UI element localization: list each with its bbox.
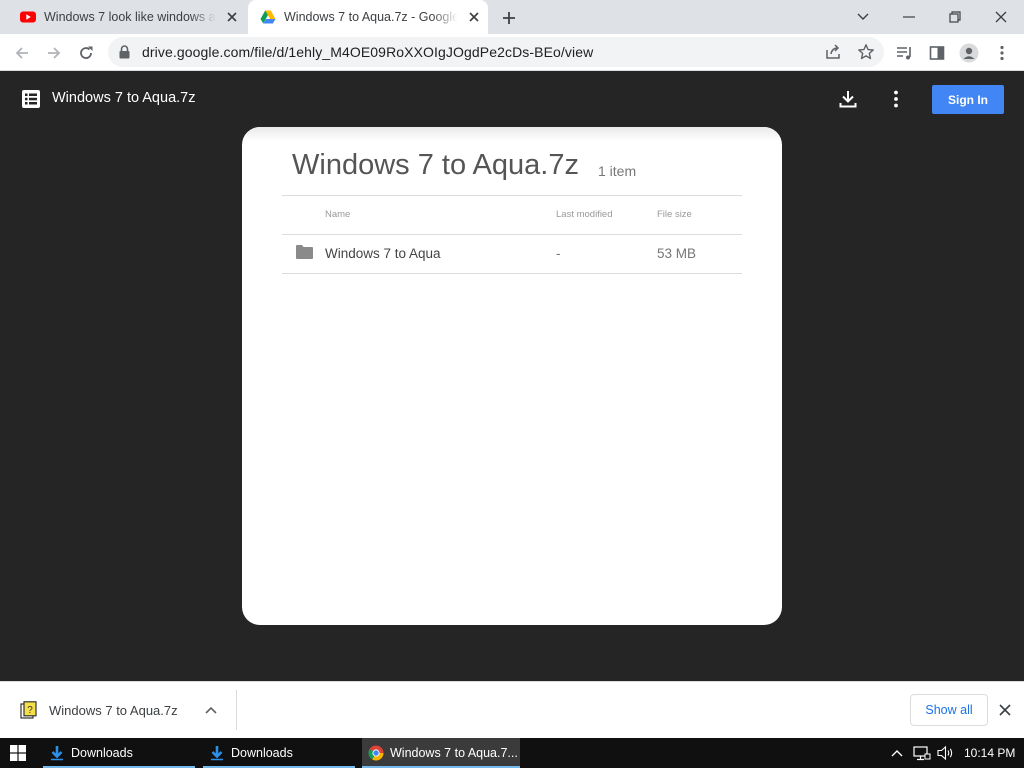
tab-strip: Windows 7 look like windows aq Windows 7…: [0, 0, 1024, 34]
viewer-header: Windows 7 to Aqua.7z Sign In: [0, 71, 1024, 127]
folder-icon: [296, 245, 313, 259]
speaker-icon: [937, 745, 953, 761]
back-button[interactable]: [9, 40, 35, 66]
url-text[interactable]: drive.google.com/file/d/1ehly_M4OE09RoXX…: [142, 44, 593, 60]
plus-icon: [503, 12, 515, 24]
archive-row-file-size: 53 MB: [657, 246, 697, 261]
taskbar-item-label: Downloads: [231, 746, 293, 760]
windows-logo-icon: [10, 745, 26, 761]
windows-taskbar: Downloads Downloads Windows 7 to Aqua.7.…: [0, 738, 1024, 768]
download-arrow-icon: [51, 746, 63, 761]
share-icon[interactable]: [824, 43, 842, 61]
divider: [236, 690, 237, 730]
arrow-left-icon: [15, 47, 28, 59]
chevron-up-icon[interactable]: [204, 703, 218, 717]
close-icon: [995, 11, 1007, 23]
forward-button[interactable]: [41, 40, 67, 66]
sign-in-button[interactable]: Sign In: [932, 85, 1004, 114]
show-hidden-icons-button[interactable]: [890, 738, 904, 768]
close-window-button[interactable]: [978, 0, 1024, 34]
divider: [282, 234, 742, 235]
restore-icon: [949, 11, 961, 23]
file-list-icon: [22, 90, 40, 108]
taskbar-item-downloads[interactable]: Downloads: [203, 738, 355, 768]
side-panel-icon: [929, 46, 945, 60]
network-icon: [913, 746, 931, 761]
star-icon[interactable]: [857, 43, 875, 61]
column-header-file-size: File size: [657, 209, 692, 220]
tab-search-button[interactable]: [840, 0, 886, 34]
chevron-up-icon: [891, 750, 903, 757]
unknown-file-icon[interactable]: ?: [20, 701, 38, 719]
taskbar-item-chrome[interactable]: Windows 7 to Aqua.7...: [362, 738, 520, 768]
archive-row-last-modified: -: [556, 246, 561, 261]
start-button[interactable]: [0, 738, 36, 768]
column-header-name: Name: [325, 209, 351, 220]
google-drive-icon: [260, 10, 276, 24]
archive-title: Windows 7 to Aqua.7z: [292, 149, 579, 181]
arrow-right-icon: [48, 47, 61, 59]
close-icon[interactable]: [998, 703, 1012, 717]
avatar-icon: [959, 43, 979, 63]
chrome-icon: [368, 745, 384, 761]
tab-youtube[interactable]: Windows 7 look like windows aq: [10, 0, 246, 34]
network-button[interactable]: [913, 738, 931, 768]
lock-icon[interactable]: [119, 45, 130, 59]
youtube-icon: [20, 11, 36, 23]
column-header-last-modified: Last modified: [556, 209, 613, 220]
reload-icon: [80, 46, 93, 59]
media-controls-button[interactable]: [892, 40, 918, 66]
downloads-shelf: ? Windows 7 to Aqua.7z Show all: [0, 681, 1024, 738]
taskbar-clock[interactable]: 10:14 PM: [964, 746, 1015, 760]
chevron-down-icon: [857, 13, 869, 20]
tab-title: Windows 7 look like windows aq: [44, 10, 216, 24]
drive-viewer: Windows 7 to Aqua.7z Sign In Windows 7 t…: [0, 71, 1024, 681]
svg-text:?: ?: [27, 705, 33, 716]
taskbar-item-label: Windows 7 to Aqua.7...: [390, 746, 518, 760]
playlist-music-icon: [897, 47, 911, 60]
reload-button[interactable]: [73, 40, 99, 66]
more-vert-icon: [1000, 45, 1004, 61]
browser-menu-button[interactable]: [989, 40, 1015, 66]
archive-row-name[interactable]: Windows 7 to Aqua: [325, 246, 441, 261]
archive-preview-card: Windows 7 to Aqua.7z 1 item Name Last mo…: [242, 127, 782, 625]
tab-title: Windows 7 to Aqua.7z - Google Drive: [284, 10, 458, 24]
download-icon[interactable]: [838, 89, 858, 109]
close-tab-icon[interactable]: [224, 9, 240, 25]
address-bar[interactable]: drive.google.com/file/d/1ehly_M4OE09RoXX…: [108, 37, 884, 67]
close-tab-icon[interactable]: [466, 9, 482, 25]
minimize-icon: [903, 16, 915, 18]
volume-button[interactable]: [937, 738, 955, 768]
download-item-name[interactable]: Windows 7 to Aqua.7z: [49, 703, 178, 718]
profile-button[interactable]: [956, 40, 982, 66]
show-all-button[interactable]: Show all: [910, 694, 988, 726]
more-vert-icon[interactable]: [886, 89, 906, 109]
minimize-button[interactable]: [886, 0, 932, 34]
archive-item-count: 1 item: [598, 163, 637, 179]
divider: [282, 273, 742, 274]
download-arrow-icon: [211, 746, 223, 761]
new-tab-button[interactable]: [499, 8, 519, 28]
tab-google-drive[interactable]: Windows 7 to Aqua.7z - Google Drive: [248, 0, 488, 34]
divider: [282, 195, 742, 196]
browser-toolbar: drive.google.com/file/d/1ehly_M4OE09RoXX…: [0, 34, 1024, 71]
taskbar-item-label: Downloads: [71, 746, 133, 760]
viewer-file-title: Windows 7 to Aqua.7z: [52, 90, 196, 106]
side-panel-button[interactable]: [924, 40, 950, 66]
restore-button[interactable]: [932, 0, 978, 34]
taskbar-item-downloads[interactable]: Downloads: [43, 738, 195, 768]
